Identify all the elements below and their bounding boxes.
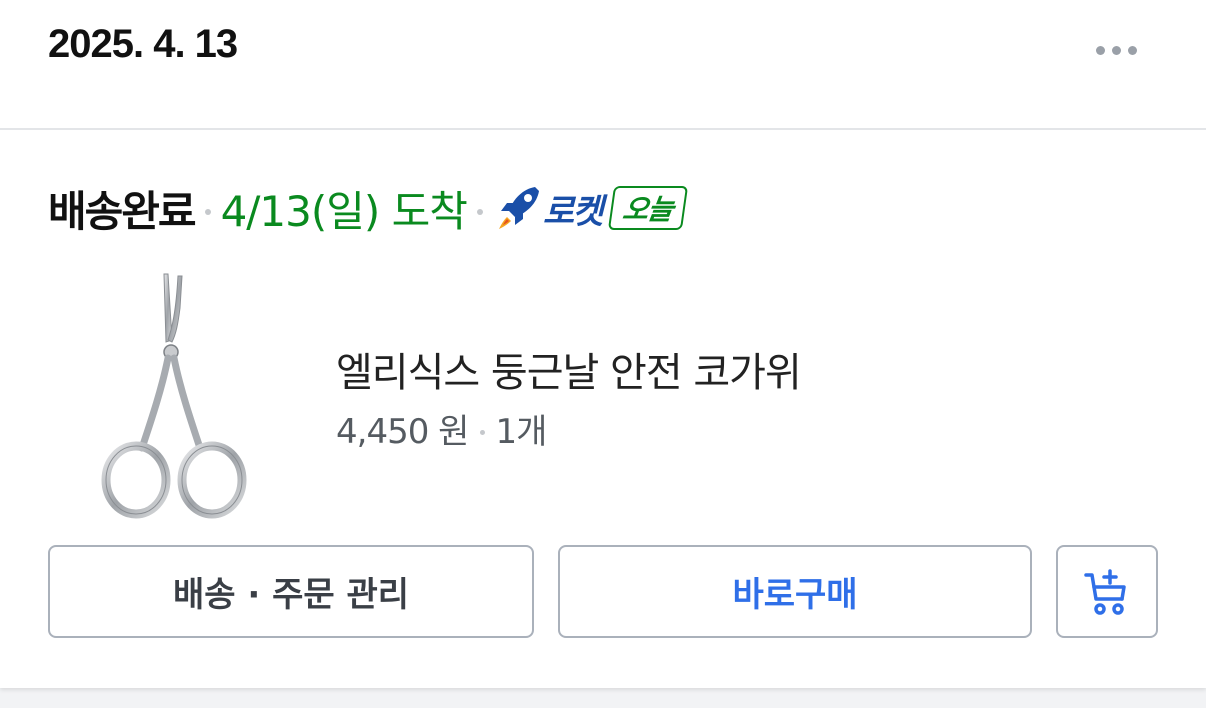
add-to-cart-button[interactable]: [1056, 545, 1158, 638]
product-meta: 4,450 원 1개: [336, 404, 547, 453]
delivery-status-row: 배송완료 4/13(일) 도착 로켓 오늘: [48, 176, 689, 240]
manage-delivery-order-button[interactable]: 배송 · 주문 관리: [48, 545, 534, 638]
product-image-scissors[interactable]: [96, 268, 256, 520]
buy-now-button[interactable]: 바로구매: [558, 545, 1032, 638]
more-dots-icon[interactable]: [1086, 36, 1146, 64]
separator-dot: [480, 430, 486, 435]
rocket-delivery-label: 로켓: [542, 191, 604, 232]
add-to-cart-icon: [1084, 568, 1126, 615]
separator-dot: [476, 209, 483, 215]
order-card: 2025. 4. 13 배송완료 4/13(일) 도착 로켓 오늘 엘리식스 둥…: [0, 0, 1206, 688]
order-date-header: 2025. 4. 13: [0, 0, 1206, 130]
arrival-date: 4/13(일) 도착: [220, 186, 468, 236]
product-price: 4,450 원: [336, 412, 469, 452]
separator-dot: [204, 209, 211, 215]
rocket-icon: [498, 187, 539, 229]
product-quantity: 1개: [495, 412, 547, 452]
order-date: 2025. 4. 13: [48, 22, 238, 66]
delivery-status: 배송완료: [48, 186, 197, 236]
product-name[interactable]: 엘리식스 둥근날 안전 코가위: [336, 340, 802, 398]
today-badge: 오늘: [608, 186, 689, 230]
